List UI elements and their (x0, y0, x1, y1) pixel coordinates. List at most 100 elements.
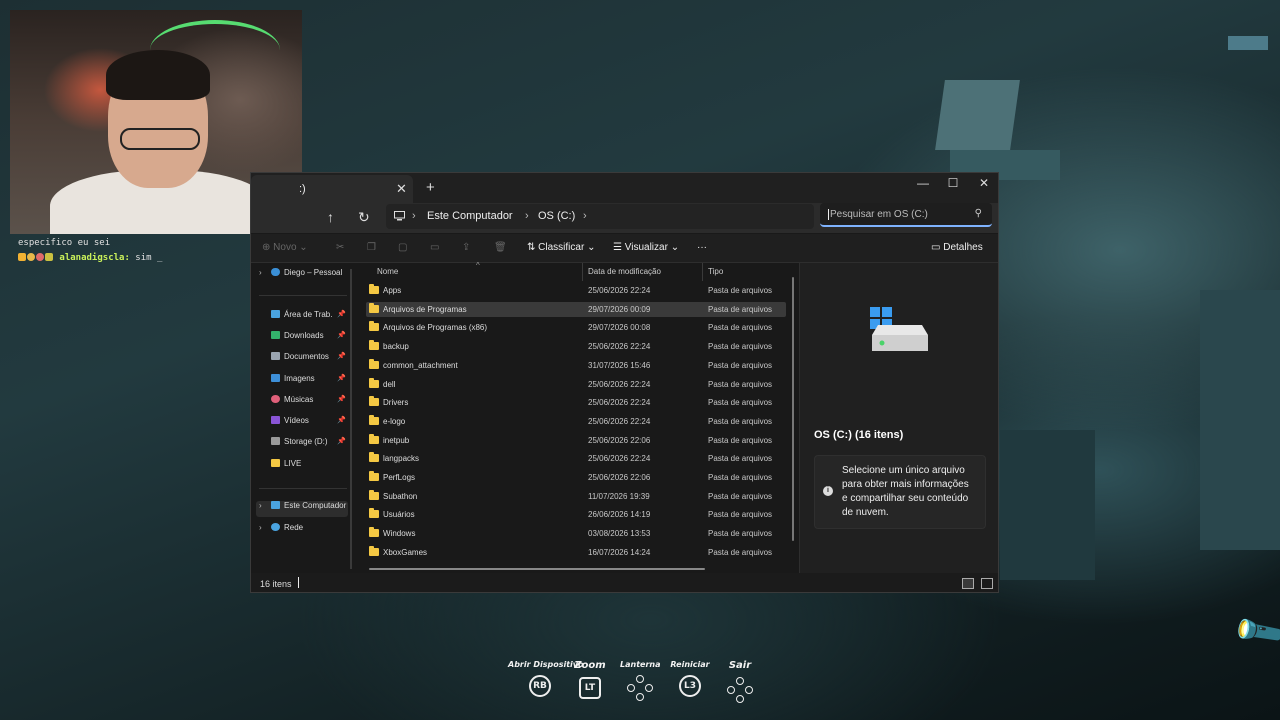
hud-zoom: Zoom LT (572, 660, 608, 699)
list-header: Nome ^ Data de modificação Tipo (358, 261, 798, 281)
folder-icon (369, 396, 379, 407)
file-date: 29/07/2026 00:08 (588, 323, 651, 333)
details-button[interactable]: ▭ Detalhes (931, 242, 983, 253)
tiles-view-icon[interactable] (981, 578, 993, 589)
table-row[interactable]: dell 25/06/2026 22:24 Pasta de arquivos (366, 377, 786, 392)
paste-icon[interactable]: ▢ (398, 242, 407, 253)
delete-icon[interactable]: 🗑 (494, 242, 507, 253)
file-name: Subathon (383, 491, 418, 501)
table-row[interactable]: Usuários 26/06/2026 14:19 Pasta de arquivo… (366, 507, 786, 522)
column-header-name[interactable]: Nome (377, 267, 398, 276)
file-date: 25/06/2026 22:24 (588, 286, 651, 295)
tab-close-icon[interactable]: ✕ (396, 181, 407, 197)
file-name: Drivers (383, 398, 409, 408)
view-button[interactable]: ☰ Visualizar ⌄ (613, 242, 679, 253)
file-name: dell (383, 379, 396, 389)
file-explorer-window: :) ✕ + — ☐ ✕ ↑ ↻ › Este Computador › OS … (250, 172, 999, 593)
horizontal-scrollbar[interactable] (369, 568, 705, 570)
sidebar-item-music[interactable]: Músicas 📌 (259, 395, 346, 411)
new-tab-button[interactable]: + (426, 179, 435, 196)
item-count: 16 itens (260, 579, 292, 589)
more-options-button[interactable]: ··· (697, 242, 707, 253)
sidebar-item-downloads[interactable]: Downloads 📌 (259, 331, 346, 347)
file-type: Pasta de arquivos (708, 416, 773, 426)
new-button[interactable]: ⊕ Novo ⌄ (262, 242, 308, 253)
folder-icon (369, 377, 379, 388)
minimize-button[interactable]: — (912, 176, 934, 194)
sidebar-item-documents[interactable]: Documentos 📌 (259, 352, 346, 368)
table-row[interactable]: langpacks 25/06/2026 22:24 Pasta de arquiv… (366, 451, 786, 466)
folder-icon (369, 284, 379, 294)
file-date: 03/08/2026 13:53 (588, 529, 651, 539)
up-icon[interactable]: ↑ (327, 209, 334, 225)
pin-icon: 📌 (337, 417, 346, 424)
table-row[interactable]: Arquivos de Programas 29/07/2026 00:09 Pas… (366, 301, 786, 317)
search-input[interactable]: Pesquisar em OS (C:) ⚲ (820, 203, 992, 227)
navigation-pane: › Diego – Pessoal Área de Trab. 📌 Download… (251, 263, 351, 573)
breadcrumb-item[interactable]: Este Computador (427, 210, 513, 222)
scene-block (935, 80, 1020, 150)
table-row[interactable]: Apps 25/06/2026 22:24 Pasta de arquivos (366, 283, 786, 298)
sidebar-item-videos[interactable]: Vídeos 📌 (259, 416, 346, 432)
close-button[interactable]: ✕ (973, 176, 995, 194)
sidebar-item-this-pc[interactable]: › Este Computador (256, 501, 348, 517)
maximize-button[interactable]: ☐ (942, 176, 964, 194)
column-header-type[interactable]: Tipo (708, 267, 723, 276)
folder-icon (369, 489, 379, 500)
table-row[interactable]: PerfLogs 25/06/2026 22:06 Pasta de arquivo… (366, 470, 786, 485)
table-row[interactable]: common_attachment 31/07/2026 15:46 Pasta d… (366, 358, 786, 373)
folder-icon (369, 302, 379, 313)
file-list: Nome ^ Data de modificação Tipo Apps 25/0… (358, 261, 798, 573)
sidebar-item-label: Documentos (284, 352, 329, 361)
sidebar-item-live[interactable]: LIVE (259, 459, 301, 475)
sidebar-item-onedrive[interactable]: › Diego – Pessoal (259, 268, 342, 284)
pin-icon: 📌 (337, 332, 346, 339)
table-row[interactable]: Drivers 25/06/2026 22:24 Pasta de arquivos (366, 395, 786, 410)
chat-message: especifico eu sei (18, 238, 111, 248)
sort-button[interactable]: ⇅ Classificar ⌄ (527, 242, 595, 253)
file-name: common_attachment (383, 360, 458, 370)
sidebar-item-label: Storage (D:) (284, 437, 328, 446)
network-icon (271, 523, 280, 531)
music-icon (271, 395, 280, 403)
new-label: Novo (273, 242, 297, 253)
refresh-icon[interactable]: ↻ (358, 209, 370, 226)
pane-splitter[interactable] (350, 269, 352, 569)
table-row[interactable]: e-logo 25/06/2026 22:24 Pasta de arquivos (366, 414, 786, 429)
cut-icon[interactable]: ✂ (336, 242, 344, 253)
hud-label: Reiniciar (670, 660, 710, 669)
tab-os-c[interactable]: :) ✕ (251, 175, 413, 203)
sidebar-item-label: Diego – Pessoal (284, 268, 343, 277)
file-date: 25/06/2026 22:24 (588, 454, 651, 464)
table-row[interactable]: Windows 03/08/2026 13:53 Pasta de arquivos (366, 526, 786, 541)
folder-icon (369, 508, 379, 519)
file-date: 25/06/2026 22:06 (588, 473, 651, 482)
table-row[interactable]: inetpub 25/06/2026 22:06 Pasta de arquivos (366, 433, 786, 448)
share-icon[interactable]: ⇪ (462, 242, 470, 253)
column-header-date[interactable]: Data de modificação (588, 267, 661, 276)
breadcrumb-item[interactable]: OS (C:) (538, 210, 575, 222)
address-bar[interactable]: › Este Computador › OS (C:) › (386, 204, 814, 229)
details-pane: OS (C:) (16 itens) i Selecione um único … (799, 263, 998, 573)
chevron-right-icon[interactable]: › (583, 210, 587, 222)
badge-icon (45, 253, 53, 261)
sidebar-item-desktop[interactable]: Área de Trab. 📌 (259, 310, 346, 326)
file-type: Pasta de arquivos (708, 491, 773, 501)
scene-block (1200, 290, 1280, 550)
file-type: Pasta de arquivos (708, 435, 773, 445)
sidebar-item-storage[interactable]: Storage (D:) 📌 (259, 437, 346, 453)
rename-icon[interactable]: ▭ (430, 242, 439, 253)
hud-abrir-dispositivo: Abrir Dispositivo RB (508, 660, 583, 697)
sidebar-item-network[interactable]: › Rede (259, 523, 303, 539)
table-row[interactable]: backup 25/06/2026 22:24 Pasta de arquivos (366, 339, 786, 354)
table-row[interactable]: Arquivos de Programas (x86) 29/07/2026 00… (366, 320, 786, 335)
vertical-scrollbar[interactable] (792, 277, 794, 541)
pin-icon: 📌 (337, 438, 346, 445)
sidebar-item-images[interactable]: Imagens 📌 (259, 374, 346, 390)
table-row[interactable]: XboxGames 16/07/2026 14:24 Pasta de arquiv… (366, 545, 786, 560)
details-label: Detalhes (943, 242, 983, 253)
scene-block (1228, 36, 1268, 50)
details-view-icon[interactable] (962, 578, 974, 589)
copy-icon[interactable]: ❐ (367, 242, 376, 253)
table-row[interactable]: Subathon 11/07/2026 19:39 Pasta de arquivo… (366, 489, 786, 504)
